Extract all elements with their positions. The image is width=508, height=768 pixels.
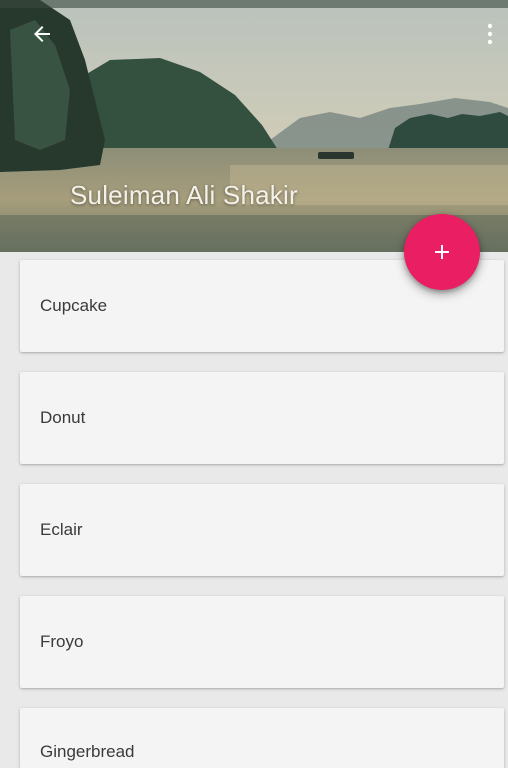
add-icon	[435, 245, 449, 259]
overflow-menu-button[interactable]	[478, 16, 502, 52]
back-button[interactable]	[24, 16, 60, 52]
list-item-label: Cupcake	[40, 296, 108, 315]
list-item-label: Eclair	[40, 520, 83, 539]
arrow-back-icon	[34, 26, 50, 42]
more-vert-icon	[487, 23, 493, 45]
list-item-label: Donut	[40, 408, 86, 427]
list-item-label: Froyo	[40, 632, 84, 651]
list-item-label: Gingerbread	[40, 742, 135, 761]
list-item-card[interactable]: Eclair	[20, 484, 504, 576]
list-item-card[interactable]: Donut	[20, 372, 504, 464]
add-fab-button[interactable]	[404, 214, 480, 290]
list-item-card[interactable]: Froyo	[20, 596, 504, 688]
page-title: Suleiman Ali Shakir	[70, 180, 298, 210]
list-item-card[interactable]: Gingerbread	[20, 708, 504, 768]
